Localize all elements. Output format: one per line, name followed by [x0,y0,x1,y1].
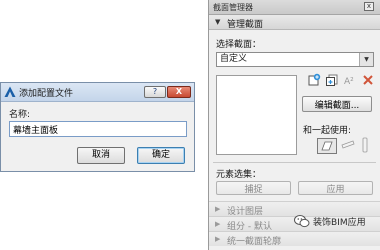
palette-close-button[interactable]: x [364,2,374,11]
profile-select-value: 自定义 [220,54,248,64]
duplicate-profile-icon[interactable] [325,73,339,87]
help-button[interactable]: ? [144,86,166,98]
collapse-triangle-icon: ▶ [215,220,221,228]
chevron-down-icon[interactable]: ▼ [359,53,373,66]
svg-text:A²: A² [344,77,354,87]
dialog-title: 添加配置文件 [19,89,74,99]
delete-profile-icon[interactable] [361,73,375,87]
close-button[interactable]: X [167,86,191,98]
rename-profile-icon[interactable]: A² [343,73,357,87]
element-filter-label: 元素选集： [216,170,262,180]
watermark-text: 装饰BIM应用 [313,217,366,228]
apply-button[interactable]: 应用 [298,181,373,195]
palette-titlebar[interactable]: 截面管理器 x [209,0,380,15]
row-label: 统一截面轮廓 [227,237,282,247]
collapse-triangle-icon: ▶ [215,235,221,243]
add-profile-dialog: 添加配置文件 ? X 名称: 取消 确定 [0,82,195,172]
column-use-icon[interactable] [361,137,369,153]
panel-row-unified-profile[interactable]: ▶ 统一截面轮廓 [209,231,380,247]
beam-use-icon[interactable] [341,140,355,152]
profile-preview-list[interactable] [216,75,297,155]
wall-use-icon[interactable] [317,138,337,154]
section-title: 管理截面 [227,20,264,30]
new-profile-icon[interactable] [307,73,321,87]
use-with-label: 和一起使用: [303,126,352,136]
expand-triangle-icon: ▼ [215,18,221,26]
select-profile-label: 选择截面： [216,40,262,50]
edit-profile-button[interactable]: 编辑截面... [302,96,372,112]
capture-button[interactable]: 捕捉 [216,181,291,195]
dialog-titlebar[interactable]: 添加配置文件 ? X [1,83,194,102]
wechat-logo-icon [294,215,310,228]
collapse-triangle-icon: ▶ [215,205,221,213]
name-label: 名称: [9,110,31,120]
app-logo-icon [4,86,16,97]
cancel-button[interactable]: 取消 [77,147,125,164]
profile-select[interactable]: 自定义 ▼ [216,52,374,67]
watermark: 装饰BIM应用 [294,213,366,229]
palette-title: 截面管理器 [213,3,253,12]
name-input[interactable] [9,121,187,137]
manage-profiles-header[interactable]: ▼ 管理截面 [209,15,380,30]
ok-button[interactable]: 确定 [137,147,185,164]
divider [213,162,376,163]
